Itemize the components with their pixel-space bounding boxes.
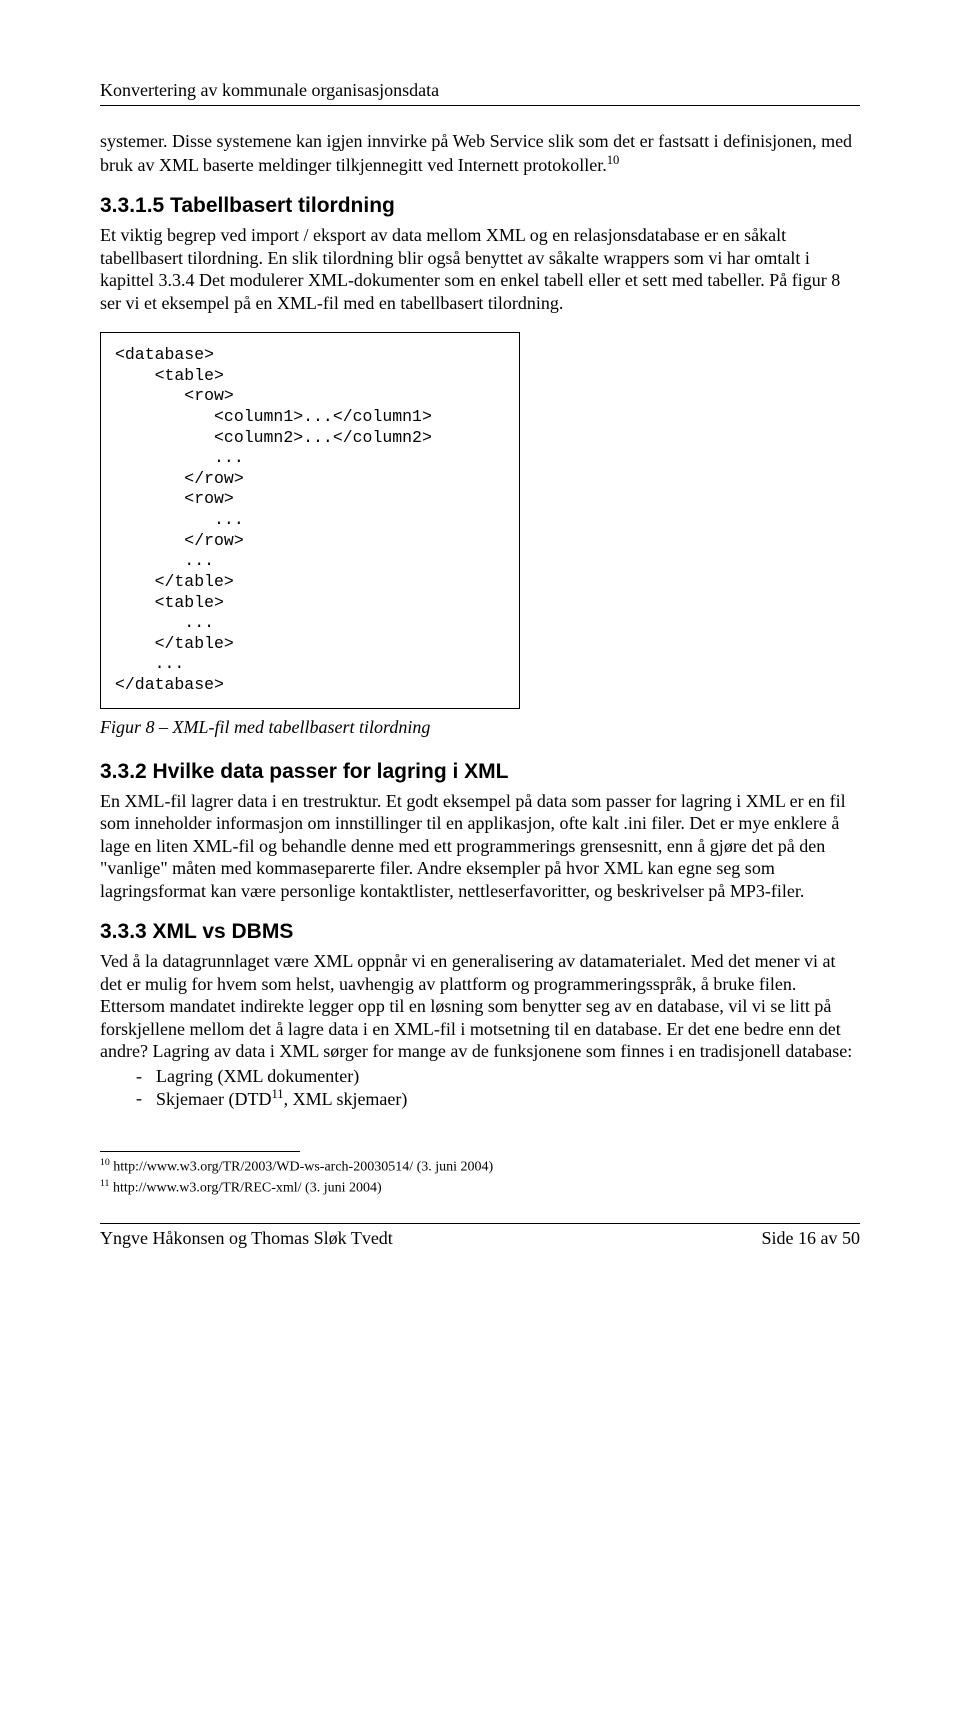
page: Konvertering av kommunale organisasjonsd… — [0, 0, 960, 1309]
figure-caption-8: Figur 8 – XML-fil med tabellbasert tilor… — [100, 717, 860, 738]
heading-3315: 3.3.1.5 Tabellbasert tilordning — [100, 194, 860, 218]
footer-page-number: Side 16 av 50 — [762, 1228, 861, 1249]
dash-icon: - — [136, 1065, 156, 1088]
footer-authors: Yngve Håkonsen og Thomas Sløk Tvedt — [100, 1228, 393, 1249]
list-item-text: Lagring (XML dokumenter) — [156, 1065, 359, 1088]
list-item: - Skjemaer (DTD11, XML skjemaer) — [136, 1087, 860, 1111]
footnote-separator — [100, 1151, 300, 1152]
paragraph-332: En XML-fil lagrer data i en trestruktur.… — [100, 790, 860, 903]
footnote-num-10: 10 — [100, 1157, 110, 1168]
dash-icon: - — [136, 1087, 156, 1111]
paragraph-333-2: Ettersom mandatet indirekte legger opp t… — [100, 995, 860, 1063]
code-box-xml: <database> <table> <row> <column1>...</c… — [100, 332, 520, 709]
paragraph-intro: systemer. Disse systemene kan igjen innv… — [100, 130, 860, 176]
paragraph-3315: Et viktig begrep ved import / eksport av… — [100, 224, 860, 314]
footnote-10: 10 http://www.w3.org/TR/2003/WD-ws-arch-… — [100, 1156, 860, 1178]
list-item-text: Skjemaer (DTD11, XML skjemaer) — [156, 1087, 407, 1111]
footnote-ref-10: 10 — [607, 153, 620, 167]
footnote-text-10: http://www.w3.org/TR/2003/WD-ws-arch-200… — [110, 1159, 493, 1174]
page-header: Konvertering av kommunale organisasjonsd… — [100, 80, 860, 101]
paragraph-intro-text: systemer. Disse systemene kan igjen innv… — [100, 131, 852, 175]
paragraph-333-1: Ved å la datagrunnlaget være XML oppnår … — [100, 950, 860, 995]
page-footer: Yngve Håkonsen og Thomas Sløk Tvedt Side… — [100, 1228, 860, 1249]
heading-332: 3.3.2 Hvilke data passer for lagring i X… — [100, 760, 860, 784]
code-xml: <database> <table> <row> <column1>...</c… — [115, 345, 505, 696]
header-rule — [100, 105, 860, 106]
footnote-ref-11: 11 — [271, 1087, 283, 1101]
footnote-text-11: http://www.w3.org/TR/REC-xml/ (3. juni 2… — [109, 1181, 381, 1196]
bullet-list: - Lagring (XML dokumenter) - Skjemaer (D… — [100, 1065, 860, 1111]
list-item2-a: Skjemaer (DTD — [156, 1089, 271, 1109]
footnote-11: 11 http://www.w3.org/TR/REC-xml/ (3. jun… — [100, 1177, 860, 1199]
list-item: - Lagring (XML dokumenter) — [136, 1065, 860, 1088]
heading-333: 3.3.3 XML vs DBMS — [100, 920, 860, 944]
list-item2-b: , XML skjemaer) — [284, 1089, 408, 1109]
footer-rule — [100, 1223, 860, 1224]
